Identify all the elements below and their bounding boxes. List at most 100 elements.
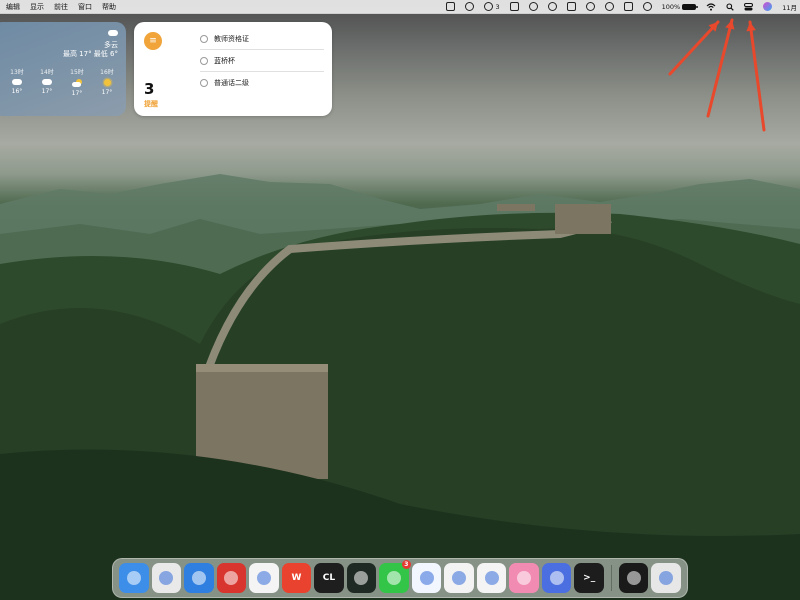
reminders-label: 提醒 bbox=[144, 100, 158, 108]
reminder-text: 蓝桥杯 bbox=[214, 56, 235, 65]
annotation-arrows bbox=[668, 18, 766, 132]
battery-status[interactable]: 100% bbox=[661, 2, 699, 11]
display-icon[interactable] bbox=[642, 2, 652, 11]
dock-app-trash[interactable] bbox=[651, 563, 682, 593]
status-label: 3 bbox=[495, 2, 500, 11]
reminder-text: 教师资格证 bbox=[214, 34, 249, 43]
wps-icon: W bbox=[291, 573, 302, 583]
reminder-text: 普通话二级 bbox=[214, 79, 249, 87]
weather-condition: 多云 bbox=[104, 41, 118, 50]
cloud-icon bbox=[12, 79, 22, 86]
monitor-icon[interactable] bbox=[604, 2, 614, 11]
clion-icon: CL bbox=[322, 573, 336, 583]
spotlight-search-icon[interactable] bbox=[726, 2, 734, 11]
freeform-icon bbox=[256, 571, 271, 585]
battery-icon bbox=[682, 3, 699, 10]
menu-item[interactable]: 帮助 bbox=[102, 2, 116, 12]
control-center-icon[interactable] bbox=[744, 2, 754, 11]
menu-bar: 编辑 显示 前往 窗口 帮助 3 100% 11月 bbox=[0, 0, 800, 14]
dock-app-wps[interactable]: W bbox=[281, 563, 312, 593]
airdrop-icon[interactable] bbox=[509, 2, 519, 11]
launchpad-icon bbox=[159, 571, 174, 585]
reminder-item[interactable]: 蓝桥杯 bbox=[200, 50, 324, 72]
menu-item[interactable]: 编辑 bbox=[6, 2, 20, 12]
weather-current: 多云 最高 17° 最低 6° bbox=[6, 30, 118, 59]
qq-icon bbox=[484, 571, 499, 585]
reminders-list-icon: ≡ bbox=[144, 32, 162, 50]
reminders-widget[interactable]: ≡ 3 提醒 教师资格证 蓝桥杯 普通话二级 bbox=[134, 22, 332, 116]
dock-app-screen-tool[interactable] bbox=[541, 563, 572, 593]
dock-app-wechat[interactable]: 3 bbox=[379, 560, 411, 593]
netease-music-icon bbox=[224, 571, 239, 585]
reminder-checkbox[interactable] bbox=[200, 34, 208, 43]
wifi-icon[interactable] bbox=[706, 2, 716, 11]
siri-icon[interactable] bbox=[763, 2, 773, 11]
dock-app-pycharm[interactable] bbox=[346, 563, 377, 593]
menu-item[interactable]: 窗口 bbox=[78, 2, 92, 12]
status-icons: 3 bbox=[446, 2, 652, 11]
forecast-temp: 17° bbox=[71, 90, 83, 98]
dock: W CL 3 >_ bbox=[112, 558, 688, 598]
forecast-temp: 17° bbox=[101, 89, 113, 97]
weather-high-low: 最高 17° 最低 6° bbox=[62, 50, 118, 59]
info-icon[interactable] bbox=[566, 2, 576, 11]
battery-percent: 100% bbox=[661, 2, 681, 11]
forecast-temp: 17° bbox=[41, 88, 53, 96]
cloud-icon bbox=[42, 79, 52, 86]
messages-icon bbox=[452, 571, 467, 585]
clock[interactable]: 11月 bbox=[782, 2, 797, 12]
menu-item[interactable]: 前往 bbox=[54, 2, 68, 12]
dock-app-terminal[interactable]: >_ bbox=[574, 563, 604, 593]
dock-app-safari[interactable] bbox=[184, 563, 214, 593]
forecast-time: 15时 bbox=[70, 69, 84, 77]
forecast-temp: 16° bbox=[11, 88, 23, 96]
pycharm-icon bbox=[354, 571, 369, 585]
forecast-time: 16时 bbox=[100, 69, 114, 77]
sun-icon bbox=[103, 79, 111, 87]
timemachine-icon[interactable] bbox=[547, 2, 557, 11]
keyboard-icon[interactable] bbox=[465, 2, 475, 11]
reminder-item[interactable]: 普通话二级 bbox=[200, 72, 324, 94]
dock-app-qq[interactable] bbox=[476, 563, 507, 593]
forecast-hour: 16时 17° bbox=[96, 67, 118, 97]
dock-app-clion[interactable]: CL bbox=[314, 563, 344, 593]
dock-separator bbox=[610, 565, 612, 591]
dock-app-window-preview[interactable] bbox=[618, 563, 649, 593]
window-preview-icon bbox=[626, 571, 641, 585]
arrow-to-search bbox=[706, 18, 735, 118]
forecast-hour: 15时 17° bbox=[66, 67, 88, 97]
dock-app-qq-browser[interactable] bbox=[411, 563, 442, 593]
dock-app-launchpad[interactable] bbox=[151, 563, 182, 593]
wechat-icon[interactable]: 3 bbox=[484, 2, 500, 11]
forecast-hour: 14时 17° bbox=[36, 67, 58, 97]
forecast-time: 14时 bbox=[40, 69, 54, 77]
reminders-list: 教师资格证蓝桥杯普通话二级 bbox=[200, 28, 324, 94]
trash-icon bbox=[659, 571, 674, 585]
menu-list: 编辑 显示 前往 窗口 帮助 bbox=[0, 2, 116, 12]
dock-app-bilibili[interactable] bbox=[509, 563, 539, 593]
finder-icon bbox=[126, 571, 141, 585]
safari-icon bbox=[191, 571, 206, 585]
dock-app-freeform[interactable] bbox=[249, 563, 279, 593]
dock-app-finder[interactable] bbox=[119, 563, 149, 593]
forecast-time: 13时 bbox=[10, 69, 24, 77]
menu-item[interactable]: 显示 bbox=[30, 2, 44, 12]
arrow-to-control-center bbox=[746, 20, 766, 132]
dock-app-messages[interactable] bbox=[444, 563, 474, 593]
app-switch-icon[interactable] bbox=[446, 2, 456, 11]
cloud-icon[interactable] bbox=[623, 2, 633, 11]
terminal-icon: >_ bbox=[583, 573, 596, 583]
bilibili-icon bbox=[517, 571, 532, 585]
reminder-checkbox[interactable] bbox=[200, 79, 208, 87]
qq-browser-icon bbox=[419, 571, 434, 585]
bluetooth-icon[interactable] bbox=[528, 2, 538, 11]
weather-widget[interactable]: 多云 最高 17° 最低 6° 13时 16° 14时 17° 15时 17° 16时 17° bbox=[0, 22, 126, 116]
reminder-checkbox[interactable] bbox=[200, 56, 208, 65]
great-wall-hills bbox=[0, 204, 800, 600]
cloud-icon bbox=[108, 30, 118, 36]
user-icon[interactable] bbox=[585, 2, 595, 11]
dock-app-netease-music[interactable] bbox=[216, 563, 247, 593]
reminder-item[interactable]: 教师资格证 bbox=[200, 28, 324, 50]
sun-cloud-icon bbox=[71, 79, 83, 88]
wechat-icon bbox=[387, 571, 402, 585]
